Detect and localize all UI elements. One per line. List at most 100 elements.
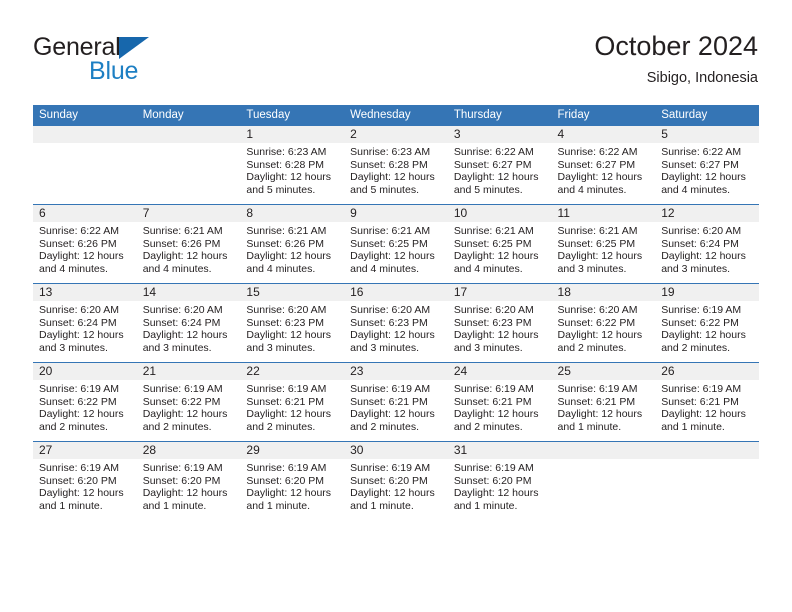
calendar-day-cell[interactable]: 22 Sunrise: 6:19 AM Sunset: 6:21 PM Dayligh… bbox=[240, 362, 345, 442]
weekday-header-friday: Friday bbox=[551, 105, 656, 126]
daylight-text-line2: and 5 minutes. bbox=[246, 183, 316, 196]
calendar-day-cell[interactable]: 26 Sunrise: 6:19 AM Sunset: 6:21 PM Dayligh… bbox=[655, 362, 759, 442]
calendar-day-cell[interactable]: 21 Sunrise: 6:19 AM Sunset: 6:22 PM Dayligh… bbox=[136, 362, 241, 442]
calendar-day-cell[interactable]: 14 Sunrise: 6:20 AM Sunset: 6:24 PM Dayligh… bbox=[136, 283, 241, 363]
calendar-header-row: Sunday Monday Tuesday Wednesday Thursday… bbox=[33, 105, 759, 126]
calendar-day-cell[interactable]: 2 Sunrise: 6:23 AM Sunset: 6:28 PM Daylight… bbox=[344, 126, 448, 205]
sunset-text: Sunset: 6:23 PM bbox=[246, 316, 325, 329]
day-number: 18 bbox=[551, 284, 656, 301]
calendar-day-cell[interactable]: 15 Sunrise: 6:20 AM Sunset: 6:23 PM Dayligh… bbox=[240, 283, 345, 363]
day-cell-inner: 23 Sunrise: 6:19 AM Sunset: 6:21 PM Dayligh… bbox=[344, 363, 448, 441]
daylight-text-line1: Daylight: 12 hours bbox=[350, 171, 435, 184]
daylight-text-line2: and 3 minutes. bbox=[246, 341, 316, 354]
daylight-text-line2: and 4 minutes. bbox=[557, 183, 627, 196]
sunrise-text: Sunrise: 6:19 AM bbox=[661, 304, 742, 316]
day-number: 29 bbox=[240, 442, 345, 459]
day-cell-inner: 5 Sunrise: 6:22 AM Sunset: 6:27 PM Daylight… bbox=[655, 126, 759, 204]
calendar-day-cell[interactable]: 29 Sunrise: 6:19 AM Sunset: 6:20 PM Dayligh… bbox=[240, 441, 345, 520]
day-cell-inner: 21 Sunrise: 6:19 AM Sunset: 6:22 PM Dayligh… bbox=[136, 363, 241, 441]
day-cell-inner: 17 Sunrise: 6:20 AM Sunset: 6:23 PM Dayligh… bbox=[447, 284, 552, 362]
calendar-week-row: 1 Sunrise: 6:23 AM Sunset: 6:28 PM Daylight… bbox=[33, 126, 759, 205]
calendar-day-cell[interactable]: 30 Sunrise: 6:19 AM Sunset: 6:20 PM Dayligh… bbox=[344, 441, 448, 520]
daylight-text-line2: and 1 minute. bbox=[142, 499, 207, 512]
day-details: Sunrise: 6:22 AM Sunset: 6:27 PM Daylight:… bbox=[552, 143, 656, 196]
calendar-day-cell[interactable]: 12 Sunrise: 6:20 AM Sunset: 6:24 PM Dayligh… bbox=[655, 204, 759, 284]
day-details: Sunrise: 6:21 AM Sunset: 6:25 PM Daylight:… bbox=[448, 222, 552, 275]
daylight-text-line2: and 2 minutes. bbox=[39, 420, 108, 433]
calendar-day-cell[interactable]: 25 Sunrise: 6:19 AM Sunset: 6:21 PM Dayligh… bbox=[551, 362, 656, 442]
daylight-text-line1: Daylight: 12 hours bbox=[557, 250, 643, 263]
day-cell-inner: 31 Sunrise: 6:19 AM Sunset: 6:20 PM Dayligh… bbox=[447, 442, 552, 520]
sunrise-text: Sunrise: 6:22 AM bbox=[453, 146, 534, 158]
calendar-day-cell-empty bbox=[551, 441, 656, 520]
daylight-text-line2: and 1 minute. bbox=[39, 499, 103, 512]
sunrise-text: Sunrise: 6:19 AM bbox=[142, 383, 223, 395]
daylight-text-line1: Daylight: 12 hours bbox=[246, 250, 332, 263]
sunset-text: Sunset: 6:22 PM bbox=[557, 316, 636, 329]
day-cell-inner: 16 Sunrise: 6:20 AM Sunset: 6:23 PM Dayligh… bbox=[344, 284, 448, 362]
sunset-text: Sunset: 6:21 PM bbox=[557, 395, 636, 408]
daylight-text-line1: Daylight: 12 hours bbox=[557, 408, 643, 421]
calendar-day-cell[interactable]: 9 Sunrise: 6:21 AM Sunset: 6:25 PM Daylight… bbox=[344, 204, 448, 284]
daylight-text-line2: and 4 minutes. bbox=[453, 262, 523, 275]
day-details: Sunrise: 6:20 AM Sunset: 6:23 PM Daylight:… bbox=[448, 301, 552, 354]
calendar-day-cell[interactable]: 31 Sunrise: 6:19 AM Sunset: 6:20 PM Dayligh… bbox=[447, 441, 552, 520]
calendar-day-cell[interactable]: 18 Sunrise: 6:20 AM Sunset: 6:22 PM Dayligh… bbox=[551, 283, 656, 363]
sunset-text: Sunset: 6:24 PM bbox=[39, 316, 117, 329]
calendar-day-cell[interactable]: 28 Sunrise: 6:19 AM Sunset: 6:20 PM Dayligh… bbox=[136, 441, 241, 520]
calendar-day-cell[interactable]: 8 Sunrise: 6:21 AM Sunset: 6:26 PM Daylight… bbox=[240, 204, 345, 284]
calendar-day-cell[interactable]: 19 Sunrise: 6:19 AM Sunset: 6:22 PM Dayligh… bbox=[655, 283, 759, 363]
day-details: Sunrise: 6:19 AM Sunset: 6:21 PM Daylight:… bbox=[240, 380, 344, 433]
calendar-day-cell[interactable]: 1 Sunrise: 6:23 AM Sunset: 6:28 PM Daylight… bbox=[240, 126, 345, 205]
calendar-day-cell[interactable]: 23 Sunrise: 6:19 AM Sunset: 6:21 PM Dayligh… bbox=[344, 362, 448, 442]
daylight-text-line1: Daylight: 12 hours bbox=[453, 171, 539, 184]
daylight-text-line2: and 1 minute. bbox=[661, 420, 725, 433]
calendar-grid-container: Sunday Monday Tuesday Wednesday Thursday… bbox=[33, 105, 759, 520]
daylight-text-line2: and 5 minutes. bbox=[453, 183, 523, 196]
calendar-day-cell[interactable]: 5 Sunrise: 6:22 AM Sunset: 6:27 PM Daylight… bbox=[655, 126, 759, 205]
calendar-day-cell[interactable]: 20 Sunrise: 6:19 AM Sunset: 6:22 PM Dayligh… bbox=[33, 362, 137, 442]
weekday-header-saturday: Saturday bbox=[655, 105, 759, 126]
day-number: 20 bbox=[33, 363, 137, 380]
calendar-day-cell[interactable]: 6 Sunrise: 6:22 AM Sunset: 6:26 PM Daylight… bbox=[33, 204, 137, 284]
calendar-day-cell[interactable]: 3 Sunrise: 6:22 AM Sunset: 6:27 PM Daylight… bbox=[447, 126, 552, 205]
day-details: Sunrise: 6:21 AM Sunset: 6:26 PM Daylight:… bbox=[240, 222, 344, 275]
calendar-day-cell[interactable]: 11 Sunrise: 6:21 AM Sunset: 6:25 PM Dayligh… bbox=[551, 204, 656, 284]
daylight-text-line2: and 3 minutes. bbox=[661, 262, 731, 275]
day-cell-inner: 3 Sunrise: 6:22 AM Sunset: 6:27 PM Daylight… bbox=[447, 126, 552, 204]
sunset-text: Sunset: 6:21 PM bbox=[246, 395, 325, 408]
day-number: 3 bbox=[447, 126, 552, 143]
sunset-text: Sunset: 6:20 PM bbox=[453, 474, 532, 487]
calendar-day-cell[interactable]: 16 Sunrise: 6:20 AM Sunset: 6:23 PM Dayligh… bbox=[344, 283, 448, 363]
calendar-day-cell[interactable]: 7 Sunrise: 6:21 AM Sunset: 6:26 PM Daylight… bbox=[136, 204, 241, 284]
logo-text-blue: Blue bbox=[89, 57, 139, 85]
calendar-day-cell[interactable]: 24 Sunrise: 6:19 AM Sunset: 6:21 PM Dayligh… bbox=[447, 362, 552, 442]
day-number: 15 bbox=[240, 284, 345, 301]
calendar-page: General Blue October 2024 Sibigo, Indone… bbox=[0, 0, 792, 612]
calendar-week-row: 27 Sunrise: 6:19 AM Sunset: 6:20 PM Dayligh… bbox=[33, 441, 759, 520]
day-number: 24 bbox=[447, 363, 552, 380]
daylight-text-line2: and 2 minutes. bbox=[142, 420, 212, 433]
title-block: October 2024 Sibigo, Indonesia bbox=[594, 30, 758, 87]
sunset-text: Sunset: 6:20 PM bbox=[246, 474, 325, 487]
calendar-day-cell[interactable]: 10 Sunrise: 6:21 AM Sunset: 6:25 PM Dayligh… bbox=[447, 204, 552, 284]
sunset-text: Sunset: 6:25 PM bbox=[453, 237, 532, 250]
day-number: 11 bbox=[551, 205, 656, 222]
daylight-text-line2: and 3 minutes. bbox=[142, 341, 212, 354]
day-cell-inner: 27 Sunrise: 6:19 AM Sunset: 6:20 PM Dayligh… bbox=[33, 442, 137, 520]
calendar-day-cell[interactable]: 17 Sunrise: 6:20 AM Sunset: 6:23 PM Dayligh… bbox=[447, 283, 552, 363]
day-number: 4 bbox=[551, 126, 656, 143]
sunrise-text: Sunrise: 6:21 AM bbox=[246, 225, 327, 237]
weekday-header-monday: Monday bbox=[136, 105, 241, 126]
general-blue-logo[interactable]: General Blue bbox=[33, 33, 203, 85]
day-details: Sunrise: 6:19 AM Sunset: 6:21 PM Daylight:… bbox=[448, 380, 552, 433]
daylight-text-line1: Daylight: 12 hours bbox=[661, 329, 746, 342]
sunset-text: Sunset: 6:22 PM bbox=[142, 395, 221, 408]
day-details: Sunrise: 6:19 AM Sunset: 6:20 PM Daylight:… bbox=[240, 459, 344, 512]
day-cell-inner: 15 Sunrise: 6:20 AM Sunset: 6:23 PM Dayligh… bbox=[240, 284, 345, 362]
calendar-day-cell[interactable]: 4 Sunrise: 6:22 AM Sunset: 6:27 PM Daylight… bbox=[551, 126, 656, 205]
daylight-text-line2: and 2 minutes. bbox=[246, 420, 316, 433]
calendar-day-cell[interactable]: 13 Sunrise: 6:20 AM Sunset: 6:24 PM Dayligh… bbox=[33, 283, 137, 363]
calendar-day-cell[interactable]: 27 Sunrise: 6:19 AM Sunset: 6:20 PM Dayligh… bbox=[33, 441, 137, 520]
daylight-text-line1: Daylight: 12 hours bbox=[350, 408, 435, 421]
